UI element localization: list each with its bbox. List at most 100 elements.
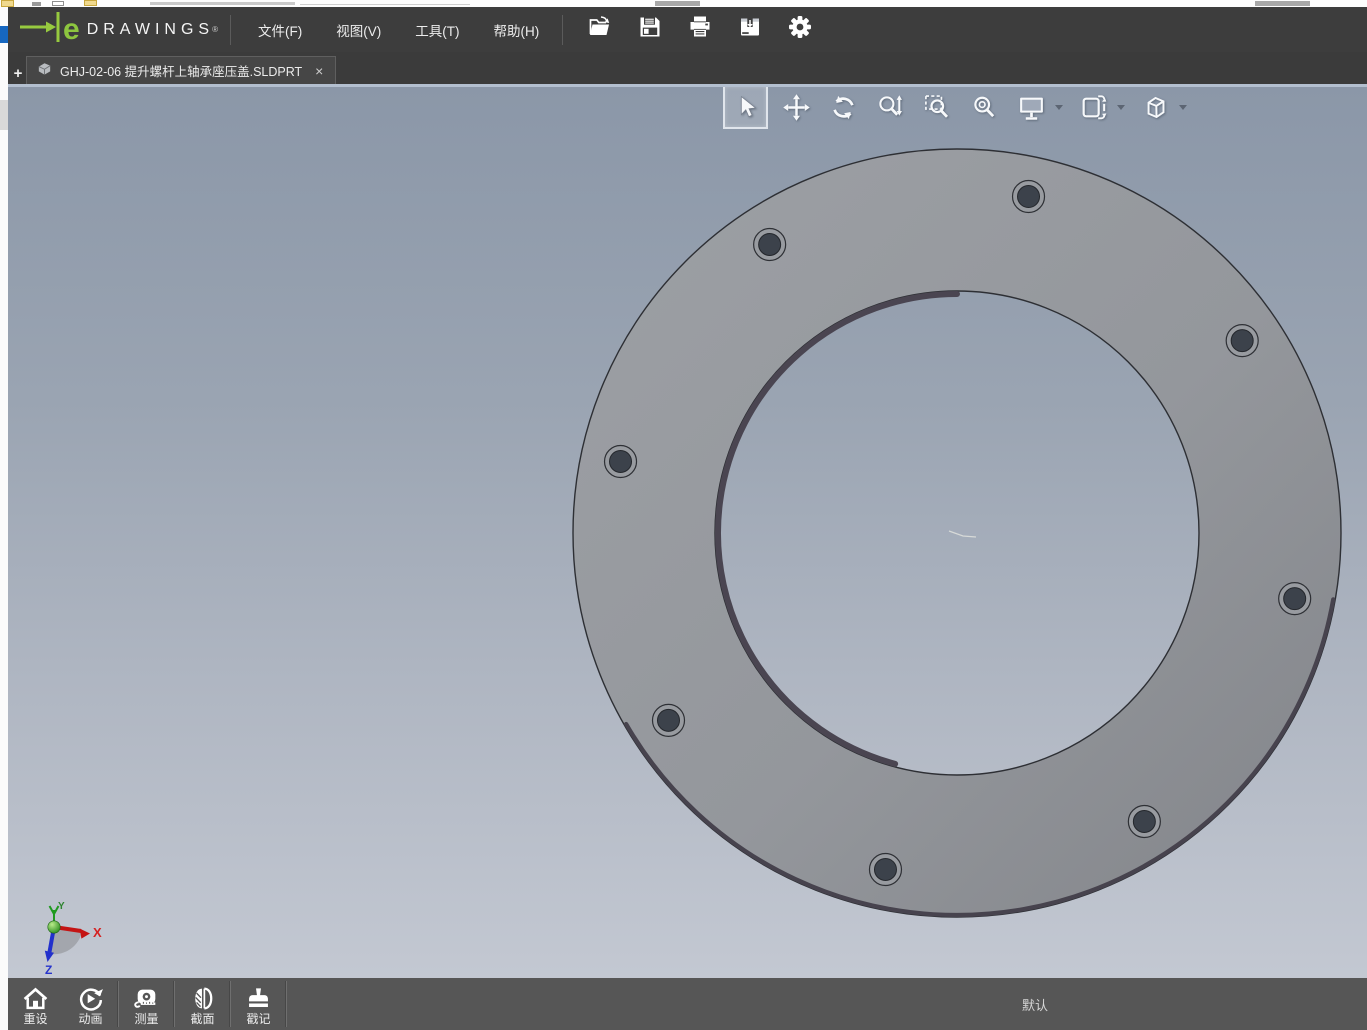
- viewport[interactable]: X Z Y: [8, 87, 1367, 978]
- bottom-tool-label: 动画: [78, 1013, 102, 1027]
- bottom-tool-section[interactable]: 截面: [175, 978, 230, 1030]
- bolt-hole: [610, 450, 632, 472]
- background-window-fragment: [300, 4, 470, 5]
- bolt-hole: [1284, 588, 1306, 610]
- zoom-area-tool-button[interactable]: [917, 87, 957, 128]
- view-cube-icon: [1141, 93, 1170, 122]
- edrawings-logo: e DRAWINGS ®: [18, 7, 218, 52]
- background-window-fragment: [84, 0, 97, 6]
- bottom-tool-measure[interactable]: 测量: [119, 978, 174, 1030]
- bolt-hole: [759, 233, 781, 255]
- fullscreen-dropdown-arrow[interactable]: [1052, 87, 1066, 128]
- quick-toolbar: [585, 15, 815, 45]
- view-cube-tool-button[interactable]: [1135, 87, 1175, 128]
- fullscreen-icon: [1017, 93, 1046, 122]
- bottom-toolbar-items: 重设 动画 测量 截面 戳记: [8, 978, 287, 1030]
- background-window-fragment: [655, 1, 700, 6]
- bottom-tool-label: 重设: [23, 1013, 47, 1027]
- background-window-sliver: [0, 0, 1367, 7]
- stamp-icon: [245, 985, 272, 1012]
- pan-tool-button[interactable]: [776, 87, 816, 128]
- part-icon: [36, 60, 53, 82]
- part-canvas[interactable]: [8, 87, 1367, 978]
- background-window-left-strip: [0, 7, 8, 1030]
- view-toolbar: [723, 87, 1197, 129]
- tab-title: GHJ-02-06 提升螺杆上轴承座压盖.SLDPRT: [60, 61, 302, 80]
- publish-button[interactable]: [735, 15, 765, 45]
- new-tab-button[interactable]: +: [10, 64, 26, 82]
- background-window-fragment: [0, 100, 8, 130]
- bolt-hole: [657, 709, 679, 731]
- background-window-fragment: [150, 2, 295, 5]
- chevron-down-icon: [1117, 105, 1125, 110]
- bolt-hole: [1231, 330, 1253, 352]
- bolt-hole: [1133, 811, 1155, 833]
- bottom-tool-label: 测量: [134, 1013, 158, 1027]
- screen: e DRAWINGS ® 文件(F)视图(V)工具(T)帮助(H) + GHJ-…: [0, 0, 1367, 1030]
- main-menus: 文件(F)视图(V)工具(T)帮助(H): [241, 7, 556, 52]
- bottom-tool-reset[interactable]: 重设: [8, 978, 63, 1030]
- logo-e: e: [63, 15, 80, 45]
- measure-icon: [133, 985, 160, 1012]
- bolt-hole: [1018, 186, 1040, 208]
- triad-x-label: X: [93, 925, 102, 940]
- pan-icon: [782, 93, 811, 122]
- menu-help[interactable]: 帮助(H): [477, 7, 557, 52]
- zoom-area-icon: [923, 93, 952, 122]
- settings-gear-icon: [788, 15, 812, 44]
- background-window-fragment: [1, 0, 14, 7]
- named-views-tool-button[interactable]: [1073, 87, 1113, 128]
- named-views-icon: [1079, 93, 1108, 122]
- logo-arrow-icon: [18, 10, 62, 49]
- bottom-toolbar: 重设动画测量截面戳记 默认: [8, 978, 1367, 1030]
- save-icon: [638, 15, 662, 44]
- background-window-fragment: [32, 2, 41, 6]
- menu-separator: [230, 15, 231, 45]
- edrawings-window: e DRAWINGS ® 文件(F)视图(V)工具(T)帮助(H) + GHJ-…: [8, 7, 1367, 1030]
- triad-z-label: Z: [45, 963, 52, 977]
- rotate-tool-button[interactable]: [823, 87, 863, 128]
- background-window-fragment: [1255, 1, 1310, 6]
- bottom-tool-stamp[interactable]: 戳记: [231, 978, 286, 1030]
- triad-origin: [48, 921, 60, 933]
- publish-icon: [738, 15, 762, 44]
- chevron-down-icon: [1055, 105, 1063, 110]
- settings-gear-button[interactable]: [785, 15, 815, 45]
- rotate-icon: [829, 93, 858, 122]
- bottom-tool-label: 截面: [190, 1013, 214, 1027]
- zoom-fit-icon: [970, 93, 999, 122]
- animation-icon: [77, 985, 104, 1012]
- select-arrow-icon: [731, 93, 760, 122]
- menu-bar: e DRAWINGS ® 文件(F)视图(V)工具(T)帮助(H): [8, 7, 1367, 52]
- menu-file[interactable]: 文件(F): [241, 7, 319, 52]
- open-button[interactable]: [585, 15, 615, 45]
- save-button[interactable]: [635, 15, 665, 45]
- bottom-tool-animation[interactable]: 动画: [63, 978, 118, 1030]
- named-views-dropdown-arrow[interactable]: [1114, 87, 1128, 128]
- logo-brand-name: DRAWINGS: [87, 21, 214, 39]
- zoom-in-out-tool-button[interactable]: [870, 87, 910, 128]
- fullscreen-tool-button[interactable]: [1011, 87, 1051, 128]
- open-icon: [588, 15, 612, 44]
- print-icon: [688, 15, 712, 44]
- zoom-in-out-icon: [876, 93, 905, 122]
- triad-y-label: Y: [58, 901, 65, 912]
- select-arrow-tool-button[interactable]: [723, 87, 768, 129]
- background-window-fragment: [52, 1, 64, 6]
- bottom-tool-label: 戳记: [246, 1013, 270, 1027]
- tab-bar: + GHJ-02-06 提升螺杆上轴承座压盖.SLDPRT ×: [8, 52, 1367, 84]
- bottom-toolbar-separator: [286, 981, 287, 1027]
- section-icon: [189, 985, 216, 1012]
- triad-x-arrow: [80, 929, 90, 939]
- origin-mark: [949, 531, 976, 537]
- menu-tools[interactable]: 工具(T): [398, 7, 476, 52]
- reset-home-icon: [22, 985, 49, 1012]
- print-button[interactable]: [685, 15, 715, 45]
- menu-view[interactable]: 视图(V): [319, 7, 398, 52]
- view-cube-dropdown-arrow[interactable]: [1176, 87, 1190, 128]
- zoom-fit-tool-button[interactable]: [964, 87, 1004, 128]
- orientation-triad: X Z Y: [36, 897, 116, 978]
- document-tab[interactable]: GHJ-02-06 提升螺杆上轴承座压盖.SLDPRT ×: [26, 56, 336, 84]
- menu-separator: [562, 15, 563, 45]
- tab-close-icon[interactable]: ×: [315, 64, 323, 78]
